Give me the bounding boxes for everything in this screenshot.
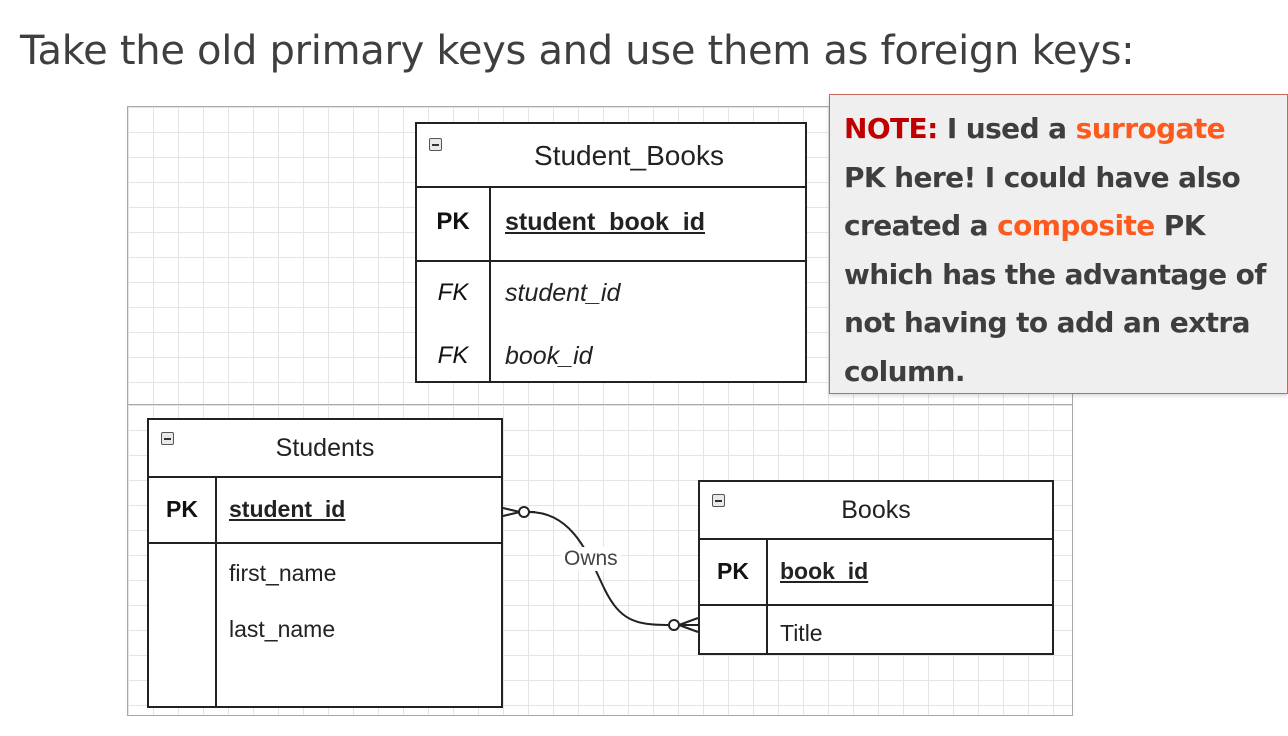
relationship-label: Owns bbox=[561, 547, 621, 571]
note-text: I used a bbox=[937, 112, 1076, 145]
note-highlight-composite: composite bbox=[997, 209, 1155, 242]
note-highlight-surrogate: surrogate bbox=[1075, 112, 1226, 145]
note-label: NOTE: bbox=[844, 112, 938, 145]
zero-circle-right bbox=[668, 619, 680, 631]
crow-foot-right bbox=[678, 617, 699, 633]
zero-circle-left bbox=[518, 506, 530, 518]
note-callout: NOTE: I used a surrogate PK here! I coul… bbox=[829, 94, 1288, 394]
